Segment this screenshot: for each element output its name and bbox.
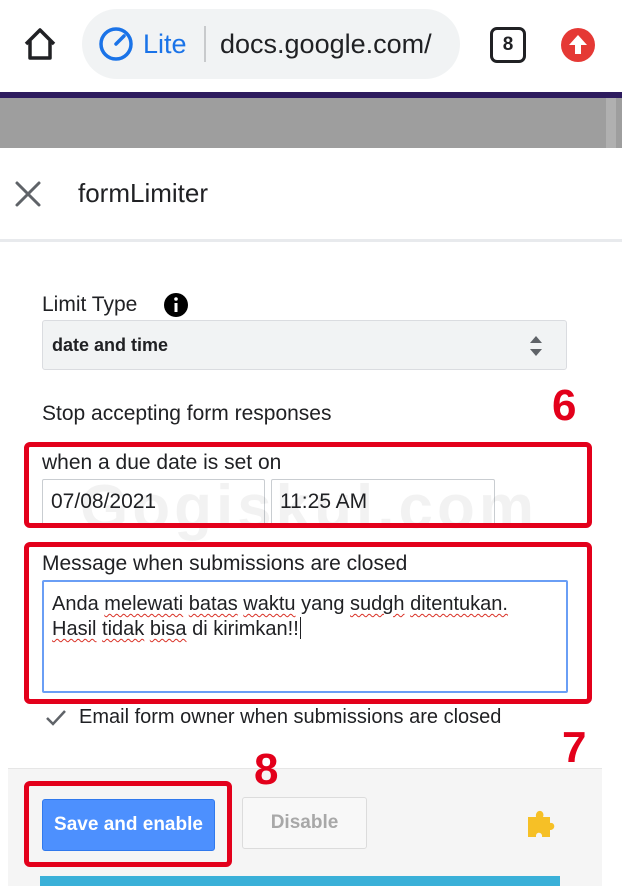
- close-button[interactable]: [12, 178, 44, 210]
- stop-accepting-label: Stop accepting form responses: [42, 402, 332, 425]
- page-accent-bar: [0, 92, 622, 98]
- screen: Lite docs.google.com/ 8 formLimiter Limi…: [0, 0, 622, 886]
- tab-switcher-button[interactable]: 8: [490, 27, 526, 63]
- step-number-7: 7: [562, 723, 587, 772]
- highlight-box-due-date: [24, 442, 592, 528]
- step-number-8: 8: [254, 745, 279, 794]
- highlight-box-save: [24, 781, 232, 867]
- page-background: [0, 92, 622, 148]
- lite-mode-label: Lite: [143, 29, 187, 59]
- info-icon[interactable]: [163, 292, 189, 318]
- home-button[interactable]: [18, 22, 62, 66]
- browser-toolbar: Lite docs.google.com/ 8: [0, 0, 622, 92]
- page-scrollbar: [606, 98, 616, 148]
- sort-arrows-icon: [530, 336, 542, 356]
- speedometer-icon: [99, 27, 133, 61]
- panel-header: formLimiter: [0, 148, 622, 242]
- arrow-up-circle-icon: [561, 28, 595, 62]
- close-icon: [15, 181, 41, 207]
- address-bar[interactable]: Lite docs.google.com/: [82, 9, 460, 79]
- home-icon: [24, 28, 56, 60]
- puzzle-piece-icon[interactable]: [524, 805, 558, 839]
- limit-type-value: date and time: [52, 335, 169, 355]
- step-number-6: 6: [552, 381, 577, 430]
- url-divider: [204, 26, 206, 62]
- limit-type-select[interactable]: date and time: [42, 320, 567, 370]
- disable-button[interactable]: Disable: [242, 797, 367, 849]
- url-text: docs.google.com/: [220, 29, 432, 59]
- highlight-box-message: [24, 542, 592, 704]
- page-bottom-strip: [40, 876, 560, 886]
- email-owner-checkbox[interactable]: [44, 706, 68, 730]
- limit-type-label: Limit Type: [42, 293, 138, 316]
- checkmark-icon: [46, 710, 66, 726]
- email-owner-label: Email form owner when submissions are cl…: [79, 706, 502, 728]
- update-button[interactable]: [560, 27, 596, 63]
- panel-title: formLimiter: [78, 178, 209, 208]
